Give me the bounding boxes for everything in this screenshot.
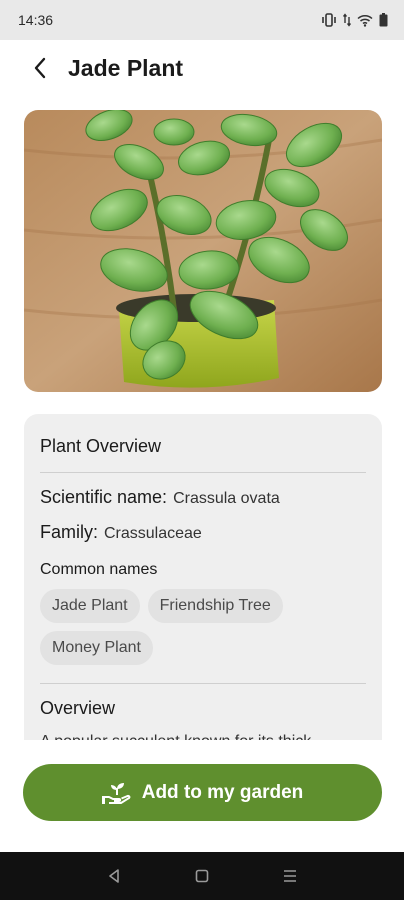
nav-back-button[interactable] [94,856,134,896]
plant-overview-card: Plant Overview Scientific name: Crassula… [24,414,382,740]
common-name-chip: Money Plant [40,631,153,665]
back-button[interactable] [20,48,60,88]
app-bar: Jade Plant [0,40,404,96]
status-bar: 14:36 [0,0,404,40]
nav-home-button[interactable] [182,856,222,896]
common-name-chip: Jade Plant [40,589,140,623]
vibrate-icon [321,13,337,27]
hand-plant-icon [101,782,131,804]
menu-lines-icon [284,870,296,882]
scientific-name-row: Scientific name: Crassula ovata [40,487,366,508]
common-names-label: Common names [40,561,158,578]
overview-heading: Overview [40,698,116,718]
wifi-icon [357,14,373,27]
divider [40,683,366,684]
bottom-action-area: Add to my garden [0,740,404,852]
family-row: Family: Crassulaceae [40,522,366,543]
status-icons [321,13,388,27]
data-arrows-icon [343,13,351,27]
common-name-chip: Friendship Tree [147,589,283,623]
overview-text: A popular succulent known for its thick [40,731,366,740]
divider [40,472,366,473]
status-time: 14:36 [18,12,54,28]
scientific-name-label: Scientific name: [40,487,168,507]
system-nav-bar [0,852,404,900]
back-triangle-icon [109,869,119,883]
add-to-garden-button[interactable]: Add to my garden [23,764,382,821]
add-to-garden-label: Add to my garden [141,781,304,803]
nav-menu-button[interactable] [270,856,310,896]
family-value: Crassulaceae [104,525,202,542]
card-title: Plant Overview [40,436,162,456]
plant-photo [24,110,382,392]
family-label: Family: [40,522,98,542]
scientific-name-value: Crassula ovata [173,490,280,507]
common-names-chips: Jade Plant Friendship Tree Money Plant [40,589,366,665]
battery-icon [379,13,388,27]
home-square-icon [195,869,209,883]
page-title: Jade Plant [68,54,184,81]
scroll-content[interactable]: Plant Overview Scientific name: Crassula… [0,96,404,740]
back-chevron-icon [34,57,46,79]
